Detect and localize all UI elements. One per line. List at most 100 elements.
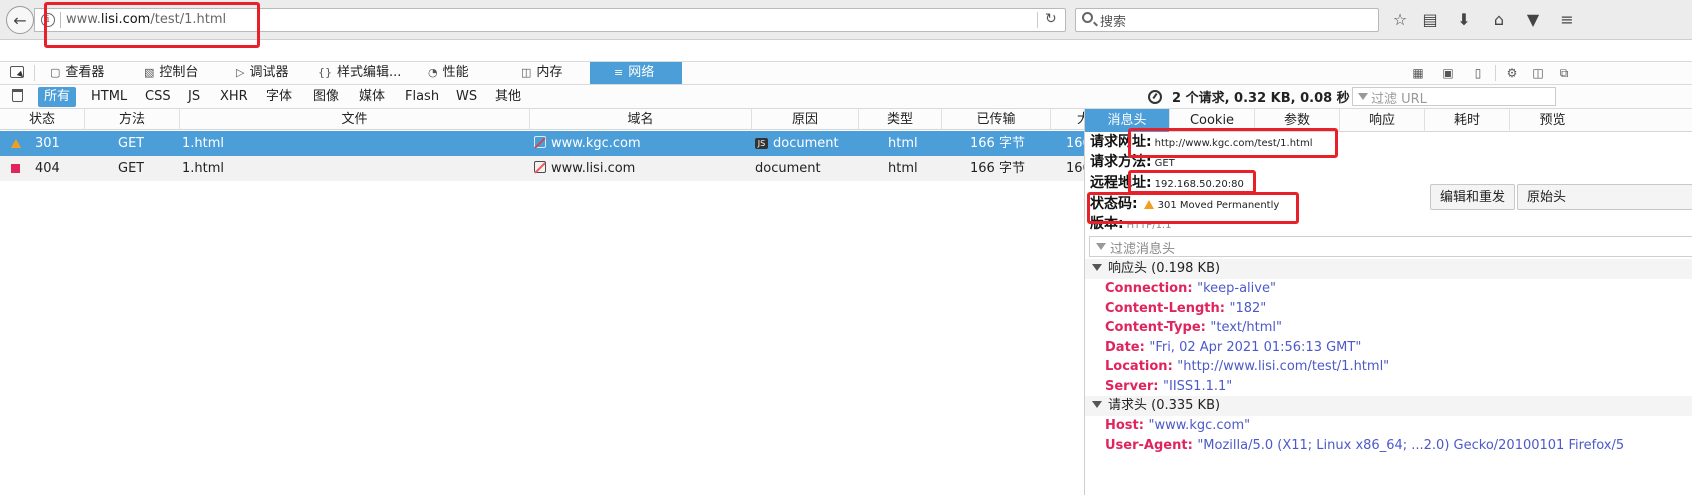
column-size[interactable]: 大	[1051, 109, 1084, 130]
filter-ws[interactable]: WS	[450, 87, 483, 107]
column-type[interactable]: 类型	[859, 109, 942, 130]
network-icon: ≡	[614, 66, 624, 79]
response-header-row: Location: "http://www.lisi.com/test/1.ht…	[1105, 359, 1390, 374]
url-filter-placeholder: 过滤 URL	[1371, 92, 1427, 107]
tab-style-editor[interactable]: {} 样式编辑...	[318, 62, 401, 84]
back-button[interactable]: ←	[6, 6, 34, 34]
http-version-value: HTTP/1.1	[1126, 220, 1172, 231]
raw-headers-button[interactable]: 原始头	[1517, 184, 1692, 210]
edit-resend-button[interactable]: 编辑和重发	[1430, 184, 1516, 210]
url-host: lisi.com	[100, 12, 151, 27]
pocket-icon[interactable]: ▼	[1522, 9, 1544, 31]
status-code-label: 状态码:	[1090, 196, 1138, 212]
table-row[interactable]: 404 GET 1.html www.lisi.com document htm…	[0, 156, 1084, 181]
browser-toolbar: ← i www.lisi.com/test/1.html ↻ 搜索 ☆ ▤ ⬇ …	[0, 0, 1692, 40]
url-filter-input[interactable]: 过滤 URL	[1352, 87, 1556, 107]
filter-flash[interactable]: Flash	[399, 87, 445, 107]
tab-inspector[interactable]: ▢ 查看器	[50, 62, 104, 84]
table-row[interactable]: 301 GET 1.html www.kgc.com JS document ht…	[0, 131, 1084, 156]
column-transferred[interactable]: 已传输	[942, 109, 1051, 130]
tab-headers[interactable]: 消息头	[1085, 109, 1170, 132]
console-icon: ▧	[144, 66, 155, 79]
separate-window-icon[interactable]: ⧉	[1556, 65, 1572, 81]
column-method[interactable]: 方法	[85, 109, 180, 130]
tab-response[interactable]: 响应	[1340, 109, 1425, 132]
filter-xhr[interactable]: XHR	[214, 87, 254, 107]
column-domain[interactable]: 域名	[530, 109, 752, 130]
header-value: "text/html"	[1210, 320, 1282, 335]
status-code-value: 301 Moved Permanently	[1157, 200, 1280, 211]
filter-media[interactable]: 媒体	[353, 87, 391, 107]
menu-icon[interactable]: ≡	[1556, 9, 1578, 31]
column-status[interactable]: 状态	[0, 109, 85, 130]
column-cause[interactable]: 原因	[752, 109, 859, 130]
filter-js[interactable]: JS	[182, 87, 206, 107]
reload-icon[interactable]: ↻	[1045, 11, 1057, 27]
status-code-row: 状态码: 301 Moved Permanently	[1090, 194, 1279, 214]
style-editor-icon: {}	[318, 66, 332, 79]
bookmark-star-icon[interactable]: ☆	[1389, 9, 1411, 31]
row-size: 166	[1066, 136, 1084, 151]
devtools-toolbox: ▢ 查看器 ▧ 控制台 ▷ 调试器 {} 样式编辑... ◔ 性能 ◫ 内存 ≡ 网络 ▦ ▣…	[0, 61, 1692, 85]
search-bar[interactable]: 搜索	[1075, 8, 1379, 32]
settings-gear-icon[interactable]: ⚙	[1504, 65, 1520, 81]
row-domain: www.lisi.com	[534, 156, 635, 181]
remote-address-value: 192.168.50.20:80	[1154, 179, 1244, 190]
filter-other[interactable]: 其他	[489, 87, 527, 107]
header-value: "http://www.lisi.com/test/1.html"	[1177, 359, 1390, 374]
tab-params[interactable]: 参数	[1255, 109, 1340, 132]
url-bar[interactable]: i www.lisi.com/test/1.html ↻	[34, 8, 1066, 32]
responsive-design-icon[interactable]: ▯	[1470, 65, 1486, 81]
dock-side-icon[interactable]: ◫	[1530, 65, 1546, 81]
dock-options-icon[interactable]: ▦	[1410, 65, 1426, 81]
response-headers-section[interactable]: 响应头 (0.198 KB)	[1085, 259, 1692, 279]
filter-css[interactable]: CSS	[139, 87, 177, 107]
row-type: html	[888, 161, 918, 176]
filter-images[interactable]: 图像	[307, 87, 345, 107]
tab-timings[interactable]: 耗时	[1425, 109, 1510, 132]
tab-label: 网络	[628, 65, 655, 80]
request-table: 状态 方法 文件 域名 原因 类型 已传输 大 301 GET 1.html w…	[0, 109, 1084, 495]
row-method: GET	[118, 161, 145, 176]
tab-preview[interactable]: 预览	[1510, 109, 1595, 132]
url-separator	[60, 12, 61, 28]
filter-html[interactable]: HTML	[85, 87, 133, 107]
split-console-icon[interactable]: ▣	[1440, 65, 1456, 81]
response-header-row: Server: "IISS1.1.1"	[1105, 379, 1233, 394]
row-status: 404	[35, 161, 60, 176]
header-name: Location	[1105, 359, 1168, 374]
filter-fonts[interactable]: 字体	[260, 87, 298, 107]
request-headers-section[interactable]: 请求头 (0.335 KB)	[1085, 396, 1692, 416]
home-icon[interactable]: ⌂	[1488, 9, 1510, 31]
tab-console[interactable]: ▧ 控制台	[144, 62, 198, 84]
tab-network[interactable]: ≡ 网络	[590, 62, 682, 84]
tool-separator	[1495, 65, 1496, 81]
header-name: Server	[1105, 379, 1154, 394]
search-icon	[1082, 12, 1093, 23]
column-file[interactable]: 文件	[180, 109, 530, 130]
tab-cookies[interactable]: Cookie	[1170, 109, 1255, 132]
tab-label: 查看器	[65, 65, 105, 80]
header-filter-input[interactable]: 过滤消息头	[1089, 236, 1692, 257]
download-icon[interactable]: ⬇	[1453, 9, 1475, 31]
header-value: "keep-alive"	[1197, 281, 1276, 296]
tab-performance[interactable]: ◔ 性能	[428, 62, 469, 84]
filter-all[interactable]: 所有	[38, 87, 77, 107]
site-info-icon[interactable]: i	[41, 13, 55, 27]
clear-trash-icon[interactable]	[12, 89, 23, 102]
section-title: 请求头 (0.335 KB)	[1108, 398, 1221, 413]
performance-analysis-icon[interactable]	[1148, 90, 1162, 104]
reading-list-icon[interactable]: ▤	[1419, 9, 1441, 31]
row-method: GET	[118, 136, 145, 151]
tab-debugger[interactable]: ▷ 调试器	[236, 62, 288, 84]
collapse-caret-icon	[1092, 401, 1102, 408]
header-value: "182"	[1229, 301, 1267, 316]
element-picker-icon[interactable]	[10, 66, 24, 78]
insecure-lock-icon	[534, 161, 546, 173]
url-text[interactable]: www.lisi.com/test/1.html	[66, 12, 226, 27]
tab-memory[interactable]: ◫ 内存	[521, 62, 562, 84]
warning-status-icon	[11, 139, 21, 148]
memory-icon: ◫	[521, 66, 532, 79]
tab-label: 样式编辑...	[337, 65, 402, 80]
request-summary: 2 个请求, 0.32 KB, 0.08 秒	[1172, 91, 1350, 106]
